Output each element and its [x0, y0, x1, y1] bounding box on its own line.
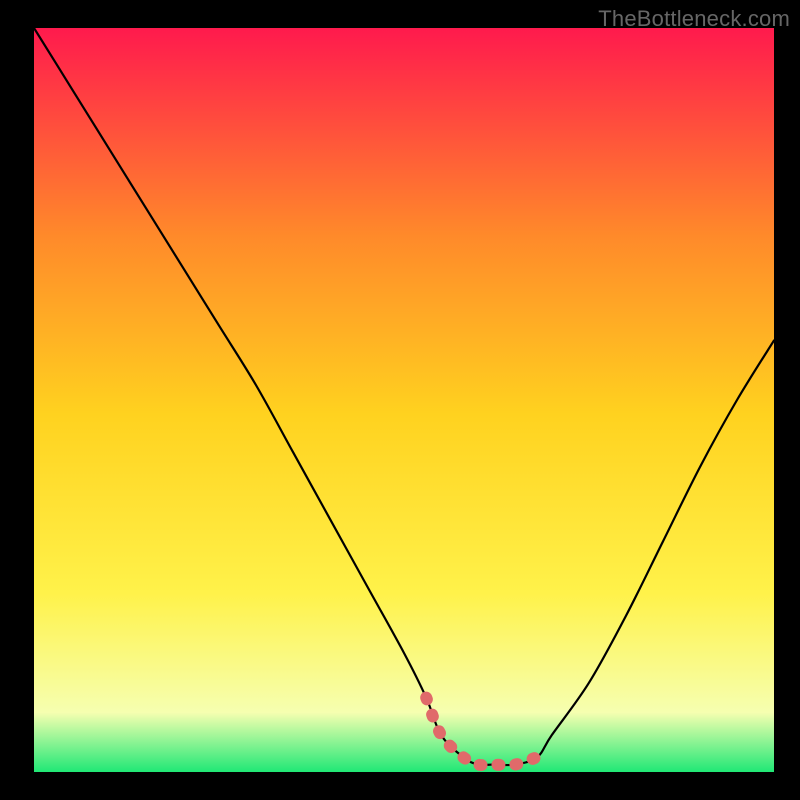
- gradient-background: [34, 28, 774, 772]
- plot-area: [34, 28, 774, 772]
- chart-svg: [34, 28, 774, 772]
- chart-stage: TheBottleneck.com: [0, 0, 800, 800]
